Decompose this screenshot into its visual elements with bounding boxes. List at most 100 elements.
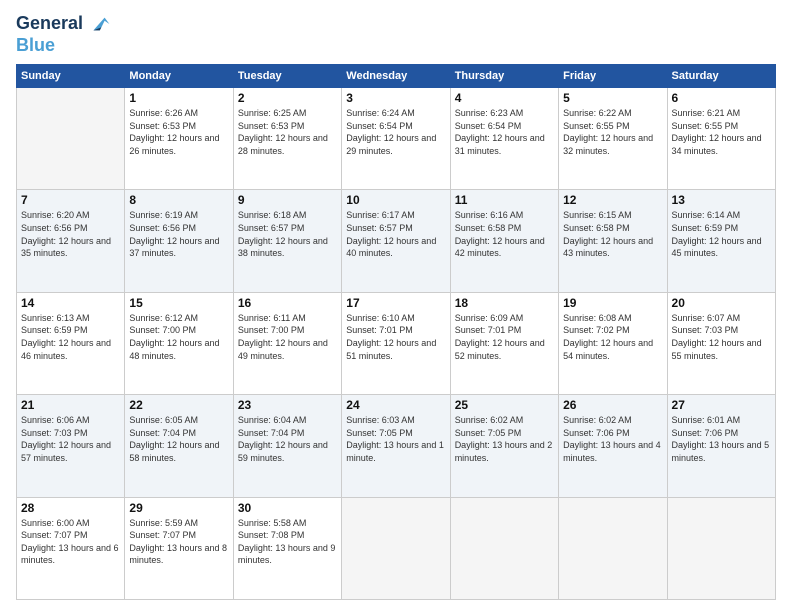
day-number: 13 bbox=[672, 193, 771, 207]
day-info: Sunrise: 6:21 AMSunset: 6:55 PMDaylight:… bbox=[672, 107, 771, 157]
weekday-header: Sunday bbox=[17, 65, 125, 88]
day-info: Sunrise: 6:26 AMSunset: 6:53 PMDaylight:… bbox=[129, 107, 228, 157]
weekday-header: Tuesday bbox=[233, 65, 341, 88]
calendar-day-cell: 4 Sunrise: 6:23 AMSunset: 6:54 PMDaylight… bbox=[450, 88, 558, 190]
day-info: Sunrise: 6:00 AMSunset: 7:07 PMDaylight:… bbox=[21, 517, 120, 567]
day-number: 3 bbox=[346, 91, 445, 105]
calendar-day-cell: 24 Sunrise: 6:03 AMSunset: 7:05 PMDayligh… bbox=[342, 395, 450, 497]
day-number: 2 bbox=[238, 91, 337, 105]
calendar-day-cell: 23 Sunrise: 6:04 AMSunset: 7:04 PMDayligh… bbox=[233, 395, 341, 497]
day-number: 6 bbox=[672, 91, 771, 105]
day-number: 10 bbox=[346, 193, 445, 207]
day-info: Sunrise: 6:07 AMSunset: 7:03 PMDaylight:… bbox=[672, 312, 771, 362]
day-info: Sunrise: 6:10 AMSunset: 7:01 PMDaylight:… bbox=[346, 312, 445, 362]
day-number: 26 bbox=[563, 398, 662, 412]
calendar-day-cell: 17 Sunrise: 6:10 AMSunset: 7:01 PMDayligh… bbox=[342, 292, 450, 394]
day-number: 12 bbox=[563, 193, 662, 207]
day-info: Sunrise: 6:03 AMSunset: 7:05 PMDaylight:… bbox=[346, 414, 445, 464]
day-info: Sunrise: 6:05 AMSunset: 7:04 PMDaylight:… bbox=[129, 414, 228, 464]
calendar-week-row: 1 Sunrise: 6:26 AMSunset: 6:53 PMDaylight… bbox=[17, 88, 776, 190]
calendar-day-cell bbox=[667, 497, 775, 599]
calendar-day-cell: 16 Sunrise: 6:11 AMSunset: 7:00 PMDayligh… bbox=[233, 292, 341, 394]
calendar-day-cell: 25 Sunrise: 6:02 AMSunset: 7:05 PMDayligh… bbox=[450, 395, 558, 497]
day-number: 23 bbox=[238, 398, 337, 412]
calendar-day-cell: 30Sunrise: 5:58 AMSunset: 7:08 PMDayligh… bbox=[233, 497, 341, 599]
day-info: Sunrise: 6:12 AMSunset: 7:00 PMDaylight:… bbox=[129, 312, 228, 362]
day-number: 18 bbox=[455, 296, 554, 310]
day-number: 25 bbox=[455, 398, 554, 412]
calendar-day-cell: 21Sunrise: 6:06 AMSunset: 7:03 PMDayligh… bbox=[17, 395, 125, 497]
day-number: 22 bbox=[129, 398, 228, 412]
calendar-day-cell: 20 Sunrise: 6:07 AMSunset: 7:03 PMDayligh… bbox=[667, 292, 775, 394]
day-number: 1 bbox=[129, 91, 228, 105]
calendar-day-cell: 19Sunrise: 6:08 AMSunset: 7:02 PMDayligh… bbox=[559, 292, 667, 394]
day-number: 14 bbox=[21, 296, 120, 310]
day-number: 4 bbox=[455, 91, 554, 105]
day-info: Sunrise: 6:13 AMSunset: 6:59 PMDaylight:… bbox=[21, 312, 120, 362]
day-info: Sunrise: 6:02 AMSunset: 7:06 PMDaylight:… bbox=[563, 414, 662, 464]
day-info: Sunrise: 6:24 AMSunset: 6:54 PMDaylight:… bbox=[346, 107, 445, 157]
calendar-day-cell bbox=[450, 497, 558, 599]
calendar-day-cell: 2 Sunrise: 6:25 AMSunset: 6:53 PMDaylight… bbox=[233, 88, 341, 190]
calendar-day-cell: 14 Sunrise: 6:13 AMSunset: 6:59 PMDayligh… bbox=[17, 292, 125, 394]
weekday-header: Saturday bbox=[667, 65, 775, 88]
page: General Blue SundayMondayTuesdayWednesda… bbox=[0, 0, 792, 612]
calendar-day-cell: 18 Sunrise: 6:09 AMSunset: 7:01 PMDayligh… bbox=[450, 292, 558, 394]
weekday-header: Monday bbox=[125, 65, 233, 88]
calendar-day-cell: 26 Sunrise: 6:02 AMSunset: 7:06 PMDayligh… bbox=[559, 395, 667, 497]
day-number: 11 bbox=[455, 193, 554, 207]
weekday-header: Thursday bbox=[450, 65, 558, 88]
day-number: 21 bbox=[21, 398, 120, 412]
calendar-day-cell: 13Sunrise: 6:14 AMSunset: 6:59 PMDayligh… bbox=[667, 190, 775, 292]
day-info: Sunrise: 6:02 AMSunset: 7:05 PMDaylight:… bbox=[455, 414, 554, 464]
day-number: 5 bbox=[563, 91, 662, 105]
day-info: Sunrise: 6:19 AMSunset: 6:56 PMDaylight:… bbox=[129, 209, 228, 259]
day-number: 24 bbox=[346, 398, 445, 412]
logo-text-blue: Blue bbox=[16, 35, 55, 55]
weekday-header-row: SundayMondayTuesdayWednesdayThursdayFrid… bbox=[17, 65, 776, 88]
day-info: Sunrise: 5:59 AMSunset: 7:07 PMDaylight:… bbox=[129, 517, 228, 567]
day-info: Sunrise: 6:11 AMSunset: 7:00 PMDaylight:… bbox=[238, 312, 337, 362]
day-number: 27 bbox=[672, 398, 771, 412]
calendar-week-row: 14 Sunrise: 6:13 AMSunset: 6:59 PMDayligh… bbox=[17, 292, 776, 394]
logo-icon bbox=[87, 12, 111, 36]
header: General Blue bbox=[16, 12, 776, 56]
calendar-week-row: 28Sunrise: 6:00 AMSunset: 7:07 PMDayligh… bbox=[17, 497, 776, 599]
calendar-day-cell: 12 Sunrise: 6:15 AMSunset: 6:58 PMDayligh… bbox=[559, 190, 667, 292]
day-number: 7 bbox=[21, 193, 120, 207]
calendar-day-cell: 27 Sunrise: 6:01 AMSunset: 7:06 PMDayligh… bbox=[667, 395, 775, 497]
day-number: 29 bbox=[129, 501, 228, 515]
weekday-header: Wednesday bbox=[342, 65, 450, 88]
day-info: Sunrise: 6:04 AMSunset: 7:04 PMDaylight:… bbox=[238, 414, 337, 464]
calendar-table: SundayMondayTuesdayWednesdayThursdayFrid… bbox=[16, 64, 776, 600]
day-info: Sunrise: 6:15 AMSunset: 6:58 PMDaylight:… bbox=[563, 209, 662, 259]
calendar-day-cell: 22 Sunrise: 6:05 AMSunset: 7:04 PMDayligh… bbox=[125, 395, 233, 497]
day-number: 20 bbox=[672, 296, 771, 310]
day-info: Sunrise: 6:23 AMSunset: 6:54 PMDaylight:… bbox=[455, 107, 554, 157]
day-number: 30 bbox=[238, 501, 337, 515]
day-info: Sunrise: 6:01 AMSunset: 7:06 PMDaylight:… bbox=[672, 414, 771, 464]
day-number: 9 bbox=[238, 193, 337, 207]
day-number: 15 bbox=[129, 296, 228, 310]
calendar-day-cell: 5 Sunrise: 6:22 AMSunset: 6:55 PMDaylight… bbox=[559, 88, 667, 190]
day-info: Sunrise: 6:17 AMSunset: 6:57 PMDaylight:… bbox=[346, 209, 445, 259]
calendar-week-row: 7 Sunrise: 6:20 AMSunset: 6:56 PMDaylight… bbox=[17, 190, 776, 292]
calendar-day-cell: 1 Sunrise: 6:26 AMSunset: 6:53 PMDaylight… bbox=[125, 88, 233, 190]
calendar-day-cell bbox=[17, 88, 125, 190]
day-number: 17 bbox=[346, 296, 445, 310]
day-info: Sunrise: 6:09 AMSunset: 7:01 PMDaylight:… bbox=[455, 312, 554, 362]
calendar-day-cell: 11Sunrise: 6:16 AMSunset: 6:58 PMDayligh… bbox=[450, 190, 558, 292]
day-info: Sunrise: 6:22 AMSunset: 6:55 PMDaylight:… bbox=[563, 107, 662, 157]
calendar-day-cell: 7 Sunrise: 6:20 AMSunset: 6:56 PMDaylight… bbox=[17, 190, 125, 292]
calendar-day-cell: 15 Sunrise: 6:12 AMSunset: 7:00 PMDayligh… bbox=[125, 292, 233, 394]
weekday-header: Friday bbox=[559, 65, 667, 88]
calendar-day-cell: 8 Sunrise: 6:19 AMSunset: 6:56 PMDaylight… bbox=[125, 190, 233, 292]
calendar-day-cell: 3 Sunrise: 6:24 AMSunset: 6:54 PMDaylight… bbox=[342, 88, 450, 190]
day-number: 16 bbox=[238, 296, 337, 310]
calendar-week-row: 21Sunrise: 6:06 AMSunset: 7:03 PMDayligh… bbox=[17, 395, 776, 497]
day-number: 8 bbox=[129, 193, 228, 207]
logo: General Blue bbox=[16, 12, 111, 56]
day-info: Sunrise: 6:25 AMSunset: 6:53 PMDaylight:… bbox=[238, 107, 337, 157]
calendar-day-cell: 29 Sunrise: 5:59 AMSunset: 7:07 PMDayligh… bbox=[125, 497, 233, 599]
day-info: Sunrise: 6:20 AMSunset: 6:56 PMDaylight:… bbox=[21, 209, 120, 259]
